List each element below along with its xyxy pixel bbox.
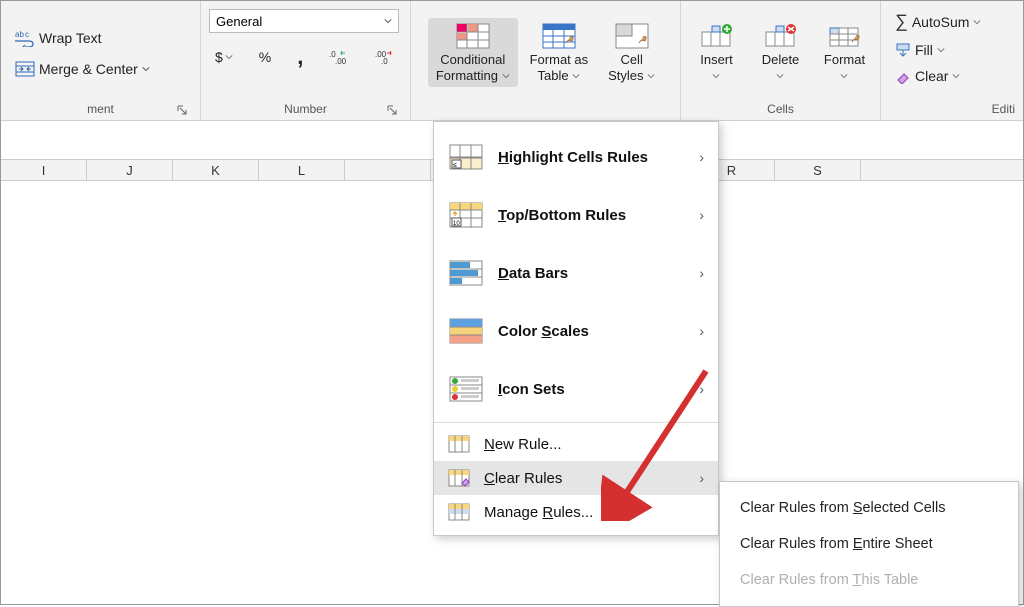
conditional-formatting-menu: ≤ HHighlight Cells Rulesighlight Cells R… bbox=[433, 121, 719, 536]
merge-center-button[interactable]: Merge & Center bbox=[9, 57, 156, 81]
svg-text:.0: .0 bbox=[381, 57, 388, 65]
wrap-text-icon: abc bbox=[15, 29, 35, 47]
menu-top-bottom-rules[interactable]: 10 Top/Bottom Rules › bbox=[434, 186, 718, 244]
svg-text:ab: ab bbox=[15, 30, 24, 39]
number-format-value: General bbox=[216, 14, 262, 29]
insert-cells-icon bbox=[699, 22, 735, 50]
conditional-formatting-icon bbox=[455, 22, 491, 50]
format-as-table-icon bbox=[541, 22, 577, 50]
chevron-down-icon bbox=[937, 46, 945, 54]
clear-rules-selected-cells[interactable]: Clear Rules from Selected CellsClear Rul… bbox=[720, 490, 1018, 526]
menu-manage-rules[interactable]: Manage Rules... bbox=[434, 495, 718, 529]
group-label-cells: Cells bbox=[689, 100, 872, 118]
accounting-format-button[interactable]: $ bbox=[209, 45, 239, 69]
chevron-down-icon bbox=[572, 72, 580, 80]
chevron-down-icon bbox=[973, 18, 981, 26]
delete-cells-icon bbox=[763, 22, 799, 50]
col-header[interactable]: J bbox=[87, 160, 173, 180]
svg-text:10: 10 bbox=[453, 221, 460, 227]
cell-styles-button[interactable]: CellStyles bbox=[600, 18, 663, 87]
highlight-cells-icon: ≤ bbox=[448, 142, 484, 172]
svg-text:≤: ≤ bbox=[453, 162, 457, 169]
manage-rules-icon bbox=[448, 503, 470, 521]
col-header[interactable]: S bbox=[775, 160, 861, 180]
col-header[interactable]: I bbox=[1, 160, 87, 180]
chevron-down-icon bbox=[142, 65, 150, 73]
svg-text:c: c bbox=[25, 30, 29, 39]
insert-cells-button[interactable]: Insert bbox=[687, 18, 747, 87]
clear-rules-this-table: Clear Rules from This TableClear Rules f… bbox=[720, 562, 1018, 598]
clear-rules-submenu: Clear Rules from Selected CellsClear Rul… bbox=[719, 481, 1019, 607]
chevron-right-icon: › bbox=[699, 381, 704, 397]
merge-center-label: Merge & Center bbox=[39, 61, 138, 77]
chevron-down-icon bbox=[384, 17, 392, 25]
menu-icon-sets[interactable]: Icon Sets › bbox=[434, 360, 718, 418]
chevron-down-icon bbox=[712, 72, 720, 80]
chevron-down-icon bbox=[776, 72, 784, 80]
comma-format-button[interactable]: , bbox=[291, 53, 309, 61]
conditional-formatting-button[interactable]: ConditionalFormatting bbox=[428, 18, 518, 87]
chevron-down-icon bbox=[840, 72, 848, 80]
group-label-alignment: ment bbox=[9, 100, 192, 118]
clear-button[interactable]: Clear bbox=[889, 64, 966, 88]
menu-clear-rules[interactable]: Clear Rules › bbox=[434, 461, 718, 495]
number-format-select[interactable]: General bbox=[209, 9, 399, 33]
increase-decimal-button[interactable]: .0.00 bbox=[323, 45, 355, 69]
delete-cells-button[interactable]: Delete bbox=[751, 18, 811, 87]
clear-rules-icon bbox=[448, 469, 470, 487]
sigma-icon: ∑ bbox=[895, 11, 908, 32]
dialog-launcher-number[interactable] bbox=[386, 104, 398, 116]
chevron-down-icon bbox=[647, 72, 655, 80]
chevron-right-icon: › bbox=[699, 265, 704, 281]
fill-button[interactable]: Fill bbox=[889, 38, 951, 62]
format-as-table-button[interactable]: Format asTable bbox=[522, 18, 597, 87]
ribbon: abc Wrap Text Merge & Center ment Genera… bbox=[1, 1, 1023, 121]
decrease-decimal-button[interactable]: .00.0 bbox=[369, 45, 401, 69]
chevron-right-icon: › bbox=[699, 207, 704, 223]
chevron-right-icon: › bbox=[699, 149, 704, 165]
group-label-editing: Editi bbox=[889, 100, 1015, 118]
wrap-text-button[interactable]: abc Wrap Text bbox=[9, 25, 108, 51]
chevron-down-icon bbox=[502, 72, 510, 80]
merge-center-icon bbox=[15, 61, 35, 77]
menu-new-rule[interactable]: New Rule... bbox=[434, 427, 718, 461]
chevron-down-icon bbox=[225, 53, 233, 61]
cell-styles-icon bbox=[614, 22, 650, 50]
icon-sets-icon bbox=[448, 374, 484, 404]
color-scales-icon bbox=[448, 316, 484, 346]
chevron-right-icon: › bbox=[699, 470, 704, 486]
new-rule-icon bbox=[448, 435, 470, 453]
menu-highlight-cells-rules[interactable]: ≤ HHighlight Cells Rulesighlight Cells R… bbox=[434, 128, 718, 186]
col-header[interactable]: L bbox=[259, 160, 345, 180]
format-cells-button[interactable]: Format bbox=[815, 18, 875, 87]
chevron-down-icon bbox=[952, 72, 960, 80]
format-cells-icon bbox=[827, 22, 863, 50]
col-header[interactable]: K bbox=[173, 160, 259, 180]
percent-format-button[interactable]: % bbox=[253, 45, 277, 69]
data-bars-icon bbox=[448, 258, 484, 288]
col-header[interactable] bbox=[345, 160, 431, 180]
chevron-right-icon: › bbox=[699, 323, 704, 339]
menu-data-bars[interactable]: Data Bars › bbox=[434, 244, 718, 302]
clear-rules-entire-sheet[interactable]: Clear Rules from Entire SheetClear Rules… bbox=[720, 526, 1018, 562]
menu-color-scales[interactable]: Color Scales › bbox=[434, 302, 718, 360]
dialog-launcher-alignment[interactable] bbox=[176, 104, 188, 116]
fill-down-icon bbox=[895, 42, 911, 58]
group-label-number: Number bbox=[209, 100, 402, 118]
eraser-icon bbox=[895, 68, 911, 84]
autosum-button[interactable]: ∑ AutoSum bbox=[889, 7, 987, 36]
svg-text:.00: .00 bbox=[335, 57, 347, 65]
top-bottom-icon: 10 bbox=[448, 200, 484, 230]
wrap-text-label: Wrap Text bbox=[39, 30, 102, 46]
